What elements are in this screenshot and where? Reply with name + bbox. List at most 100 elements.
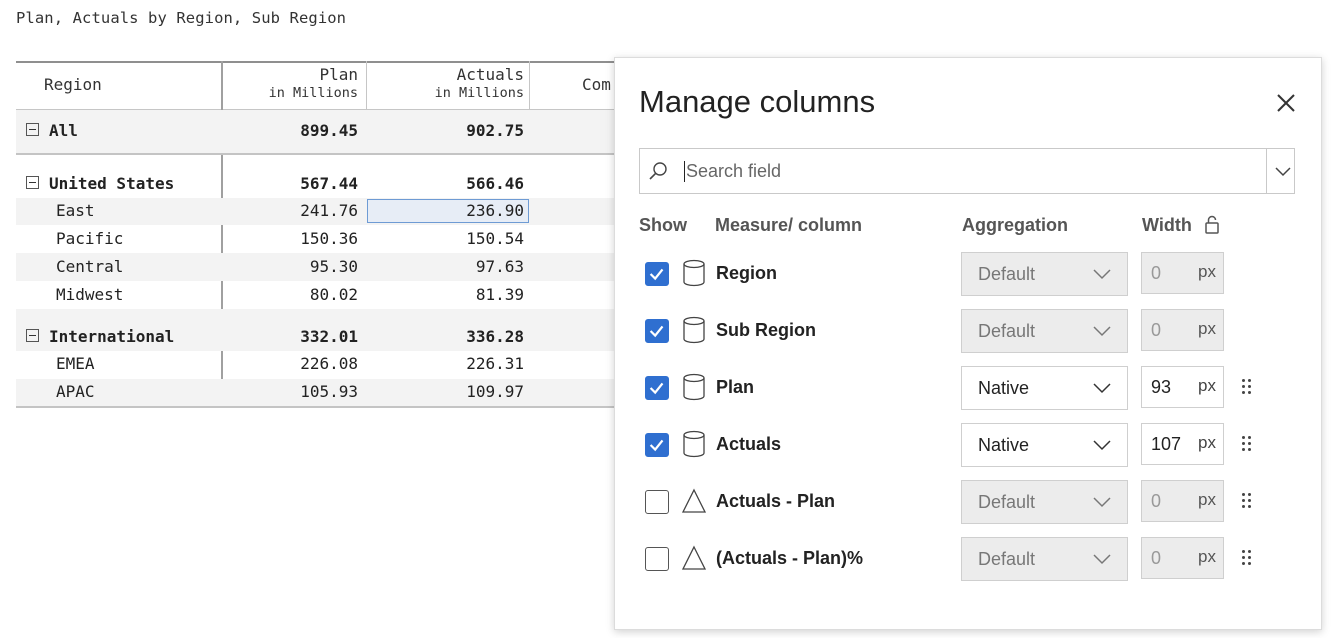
width-value: 0	[1151, 491, 1162, 511]
text-cursor	[684, 161, 685, 182]
field-row: (Actuals - Plan)% Default 0 px	[615, 537, 1321, 583]
width-unit: px	[1198, 262, 1216, 281]
width-input[interactable]: 0 px	[1141, 480, 1224, 522]
width-value: 107	[1151, 434, 1182, 454]
field-row: Actuals - Plan Default 0 px	[615, 480, 1321, 526]
width-value: 0	[1151, 320, 1162, 340]
column-header-region[interactable]: Region	[44, 75, 102, 94]
collapse-icon[interactable]	[26, 123, 39, 136]
plan-value: 80.02	[309, 285, 358, 304]
field-name: Sub Region	[716, 320, 816, 340]
width-input[interactable]: 0 px	[1141, 537, 1224, 579]
actuals-value: 236.90	[466, 201, 524, 220]
aggregation-dropdown[interactable]: Native	[961, 366, 1128, 410]
width-input[interactable]: 0 px	[1141, 252, 1224, 294]
table-row[interactable]: Pacific 150.36 150.54	[16, 225, 616, 253]
drag-handle-icon[interactable]	[1242, 550, 1252, 566]
width-value: 93	[1151, 377, 1172, 397]
column-header-label: Actuals	[456, 65, 524, 84]
close-icon[interactable]	[1275, 92, 1297, 114]
row-label: All	[26, 121, 78, 140]
drag-handle-icon[interactable]	[1242, 493, 1252, 509]
field-row: Plan Native 93 px	[615, 366, 1321, 412]
aggregation-dropdown[interactable]: Default	[961, 252, 1128, 296]
report-title: Plan, Actuals by Region, Sub Region	[16, 9, 347, 27]
aggregation-value: Native	[978, 435, 1030, 455]
lock-icon[interactable]	[1205, 214, 1219, 234]
column-header-label: Region	[44, 75, 102, 94]
column-header-actuals[interactable]: Actuals in Millions	[368, 65, 524, 101]
pivot-table: Region Plan in Millions Actuals in Milli…	[16, 61, 616, 411]
panel-title: Manage columns	[639, 84, 876, 119]
search-input[interactable]	[684, 150, 1268, 192]
row-label: Pacific	[56, 229, 124, 248]
actuals-value: 81.39	[475, 285, 524, 304]
show-checkbox[interactable]	[645, 547, 669, 571]
width-unit: px	[1198, 319, 1216, 338]
show-checkbox[interactable]	[645, 319, 669, 343]
plan-value: 95.30	[309, 257, 358, 276]
table-row[interactable]: All 899.45 902.75	[16, 110, 616, 154]
cylinder-icon	[683, 259, 705, 287]
field-name: Region	[716, 263, 777, 283]
actuals-value: 150.54	[466, 229, 524, 248]
table-row[interactable]: International 332.01 336.28	[16, 309, 616, 351]
show-checkbox[interactable]	[645, 490, 669, 514]
cylinder-icon	[683, 373, 705, 401]
row-label: United States	[26, 174, 174, 193]
column-header-partial[interactable]: Com	[582, 75, 611, 94]
row-label: East	[56, 201, 95, 220]
collapse-icon[interactable]	[26, 329, 39, 342]
table-row[interactable]: EMEA 226.08 226.31	[16, 351, 616, 379]
header-top-border	[16, 61, 616, 63]
chevron-down-icon	[1093, 497, 1111, 508]
aggregation-dropdown[interactable]: Default	[961, 309, 1128, 353]
aggregation-value: Default	[978, 492, 1036, 512]
row-label: EMEA	[56, 354, 95, 373]
search-field[interactable]	[639, 148, 1295, 194]
width-input[interactable]: 0 px	[1141, 309, 1224, 351]
field-name: Actuals - Plan	[716, 491, 836, 511]
table-row[interactable]: Midwest 80.02 81.39	[16, 281, 616, 309]
width-value: 0	[1151, 548, 1162, 568]
column-header-plan[interactable]: Plan in Millions	[222, 65, 358, 101]
field-row: Region Default 0 px	[615, 252, 1321, 298]
drag-handle-icon[interactable]	[1242, 379, 1252, 395]
width-input[interactable]: 93 px	[1141, 366, 1224, 408]
show-checkbox[interactable]	[645, 433, 669, 457]
drag-handle-icon[interactable]	[1242, 436, 1252, 452]
plan-value: 226.08	[300, 354, 358, 373]
table-row[interactable]: Central 95.30 97.63	[16, 253, 616, 281]
width-input[interactable]: 107 px	[1141, 423, 1224, 465]
field-name: Plan	[716, 377, 755, 397]
table-row[interactable]: East 241.76 236.90	[16, 198, 616, 225]
chevron-down-icon	[1093, 269, 1111, 280]
table-row[interactable]: APAC 105.93 109.97	[16, 379, 616, 406]
column-header-label: Com	[582, 75, 611, 94]
width-unit: px	[1198, 490, 1216, 509]
actuals-value: 109.97	[466, 382, 524, 401]
table-row[interactable]: United States 567.44 566.46	[16, 168, 616, 198]
aggregation-dropdown[interactable]: Native	[961, 423, 1128, 467]
row-label: Midwest	[56, 285, 124, 304]
row-label: International	[26, 327, 174, 346]
width-unit: px	[1198, 376, 1216, 395]
plan-value: 241.76	[300, 201, 358, 220]
aggregation-dropdown[interactable]: Default	[961, 537, 1128, 581]
triangle-icon	[682, 545, 706, 570]
field-name: (Actuals - Plan)%	[716, 548, 864, 568]
width-header: Width	[1142, 215, 1192, 235]
collapse-icon[interactable]	[26, 176, 39, 189]
actuals-value: 97.63	[475, 257, 524, 276]
chevron-down-icon	[1093, 554, 1111, 565]
show-checkbox[interactable]	[645, 262, 669, 286]
aggregation-dropdown[interactable]: Default	[961, 480, 1128, 524]
measure-header: Measure/ column	[715, 215, 863, 235]
actuals-value: 336.28	[466, 327, 524, 346]
chevron-down-icon[interactable]	[1274, 162, 1292, 180]
search-divider	[1266, 149, 1267, 193]
group-separator	[16, 153, 616, 155]
show-checkbox[interactable]	[645, 376, 669, 400]
column-header-unit: in Millions	[434, 85, 524, 101]
column-header-label: Plan	[319, 65, 358, 84]
